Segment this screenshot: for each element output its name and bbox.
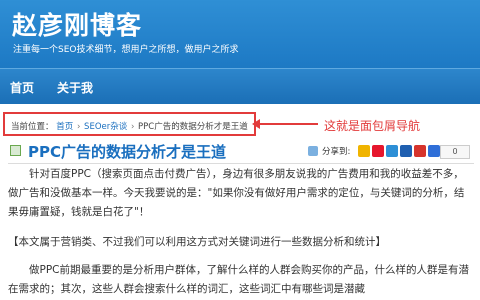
tencent-weibo-share-icon[interactable] [386, 145, 398, 157]
document-icon [10, 145, 21, 156]
nav-item-about[interactable]: 关于我 [57, 79, 93, 96]
breadcrumb-separator: › [130, 122, 135, 132]
breadcrumb-prefix: 当前位置： [11, 122, 54, 132]
breadcrumb: 当前位置： 首页 › SEOer杂谈 › PPC广告的数据分析才是王道 [3, 112, 256, 136]
breadcrumb-category-link[interactable]: SEOer杂谈 [84, 122, 127, 132]
renren-share-icon[interactable] [400, 145, 412, 157]
nav-item-home[interactable]: 首页 [10, 79, 34, 96]
baidu-share-icon[interactable] [428, 145, 440, 157]
breadcrumb-current: PPC广告的数据分析才是王道 [138, 122, 248, 132]
annotation-arrow-line [256, 123, 318, 125]
weibo-share-icon[interactable] [372, 145, 384, 157]
article-paragraph: 【本文属于营销类、不过我们可以利用这方式对关键词进行一些数据分析和统计】 [8, 236, 386, 248]
article-paragraph: 做PPC前期最重要的是分析用户群体，了解什么样的人群会购买你的产品，什么样的人群… [8, 264, 469, 295]
post-title-row: PPC广告的数据分析才是王道 分享到: [8, 140, 476, 162]
article-paragraph: 针对百度PPC（搜索页面点击付费广告），身边有很多朋友说我的广告费用和我的收益差… [8, 168, 465, 218]
annotation-arrow-head [252, 119, 260, 129]
share-icon [308, 146, 318, 156]
site-header: 赵彦刚博客 注重每一个SEO技术细节，想用户之所想，做用户之所求 [0, 0, 480, 68]
share-label: 分享到: [322, 147, 351, 157]
kaixin-share-icon[interactable] [414, 145, 426, 157]
breadcrumb-separator: › [76, 122, 81, 132]
post-title[interactable]: PPC广告的数据分析才是王道 [28, 141, 226, 162]
share-count-badge[interactable]: 0 [440, 145, 470, 159]
main-nav: 首页 关于我 [0, 68, 480, 104]
site-tagline: 注重每一个SEO技术细节，想用户之所想，做用户之所求 [13, 45, 239, 55]
site-title[interactable]: 赵彦刚博客 [12, 6, 142, 42]
annotation-label: 这就是面包屑导航 [324, 119, 421, 133]
qzone-share-icon[interactable] [358, 145, 370, 157]
title-divider [8, 163, 474, 164]
breadcrumb-home-link[interactable]: 首页 [56, 122, 73, 132]
